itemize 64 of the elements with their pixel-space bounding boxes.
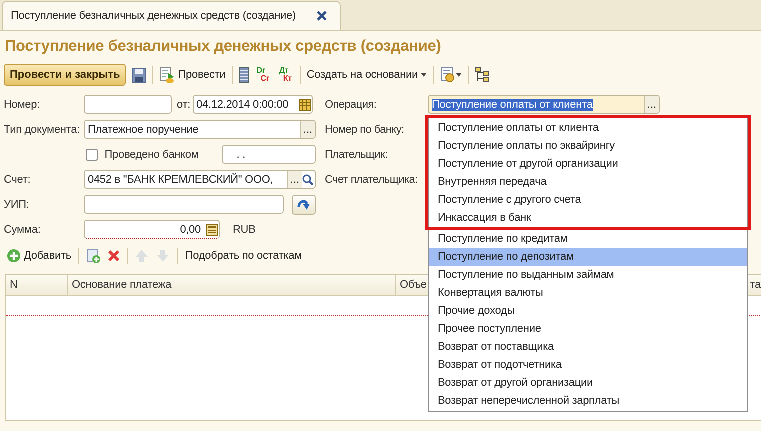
operation-field[interactable]: Поступление оплаты от клиента ... [428,95,660,114]
dropdown-option[interactable]: Внутренняя передача [429,173,747,191]
field-label: Счет: [3,174,32,186]
document-tab[interactable]: Поступление безналичных денежных средств (создание) [2,1,341,30]
dropdown-option[interactable]: Поступление по выданным займам [429,266,747,284]
dropdown-option[interactable]: Возврат от подотчетника [429,356,747,374]
currency-label: RUB [232,224,257,236]
select-button[interactable]: ... [300,121,315,138]
dropdown-option[interactable]: Возврат от поставщика [429,338,747,356]
calendar-icon[interactable] [298,98,311,110]
field-label: Номер: [3,98,42,110]
bank-date-field[interactable]: . . [222,145,316,164]
caret-icon[interactable] [421,73,427,77]
document-gear-icon[interactable] [440,67,462,83]
dropdown-option[interactable]: Возврат неперечисленной зарплаты [429,392,747,410]
dropdown-option[interactable]: Прочие доходы [429,302,747,320]
checkbox-label: Проведено банком [104,148,200,160]
document-type-field[interactable]: Платежное поручение ... [84,120,316,139]
column-header[interactable]: Основание платежа [68,275,396,295]
amount-field[interactable]: 0,00 [84,220,220,239]
curved-arrow-icon [297,198,311,211]
pick-by-balance-button[interactable]: Подобрать по остаткам [185,250,302,262]
fill-button[interactable] [292,194,316,214]
save-icon[interactable] [132,68,146,82]
dropdown-option[interactable]: Возврат от другой организации [429,374,747,392]
select-button[interactable]: ... [287,171,302,188]
dropdown-option[interactable]: Поступление с другого счета [429,191,747,209]
page-title: Поступление безналичных денежных средств (создание) [4,37,442,57]
post-button[interactable]: Провести [159,66,226,84]
dropdown-option[interactable]: Поступление по кредитам [429,230,747,248]
dropdown-option[interactable]: Поступление от другой организации [429,155,747,173]
delete-icon[interactable] [108,250,120,262]
document-plus-icon[interactable] [86,248,102,264]
plus-icon[interactable] [7,249,21,263]
dropdown-option[interactable]: Поступление оплаты от клиента [429,119,747,137]
field-label: Счет плательщика: [325,174,419,186]
close-icon[interactable] [316,10,328,22]
checkbox[interactable] [86,148,98,160]
dropdown-option[interactable]: Поступление по депозитам [429,248,747,266]
uip-field[interactable] [84,195,284,214]
calculator-icon[interactable] [206,224,218,236]
add-button[interactable]: Добавить [7,249,72,263]
field-label: Операция: [325,98,378,110]
post-and-close-button[interactable]: Провести и закрыть [4,64,126,86]
search-icon[interactable] [302,174,314,186]
field-label: Номер по банку: [325,124,406,136]
field-label: Плательщик: [325,148,389,160]
dropdown-option[interactable]: Поступление оплаты по эквайрингу [429,137,747,155]
list-icon[interactable] [238,67,249,83]
dropdown-option[interactable]: Прочее поступление [429,320,747,338]
create-based-on-menu[interactable]: Создать на основании [306,69,427,81]
field-label: Сумма: [3,224,42,236]
select-button[interactable]: ... [644,96,659,113]
number-field[interactable] [84,95,172,114]
document-arrow-icon[interactable] [159,66,176,84]
dropdown-option[interactable]: Конвертация валюты [429,284,747,302]
hierarchy-icon[interactable] [475,67,489,83]
date-field[interactable]: 04.12.2014 0:00:00 [192,95,313,114]
account-field[interactable]: 0452 в "БАНК КРЕМЛЕВСКИЙ" ООО, ... [84,170,316,189]
field-label: УИП: [3,198,30,210]
column-header[interactable]: N [6,275,68,295]
field-label: Тип документа: [3,124,81,136]
dropdown-option[interactable]: Инкассация в банк [429,209,747,227]
field-label: от: [177,98,191,110]
